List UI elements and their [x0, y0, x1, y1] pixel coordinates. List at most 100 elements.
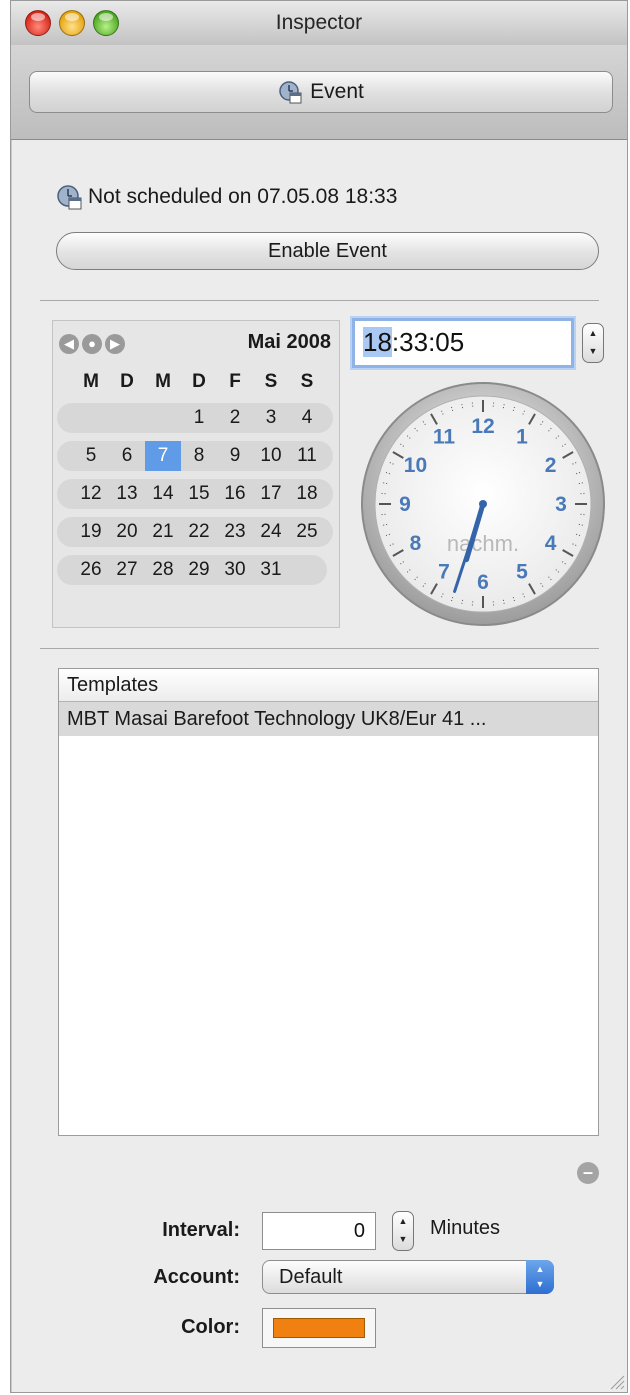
clock-period-label: nachm. [447, 531, 519, 556]
remove-template-button[interactable]: – [577, 1162, 599, 1184]
event-tab-button[interactable]: Event [29, 71, 613, 113]
clock-number: 5 [516, 561, 528, 584]
weekday-label: D [192, 371, 206, 392]
template-row[interactable]: MBT Masai Barefoot Technology UK8/Eur 41… [59, 702, 598, 736]
inspector-window: Inspector Event Not scheduled on 07.05.0 [10, 0, 628, 1393]
weekday-label: M [155, 371, 171, 392]
schedule-status-text: Not scheduled on 07.05.08 18:33 [88, 185, 398, 208]
weekday-label: S [264, 371, 278, 392]
today-icon[interactable]: ● [82, 334, 102, 354]
account-select-value: Default [279, 1266, 343, 1288]
clock-number: 10 [404, 454, 427, 477]
calendar-week: 5 6 7 8 9 10 11 [73, 441, 325, 471]
calendar-day[interactable]: 29 [181, 555, 217, 585]
interval-unit-label: Minutes [430, 1217, 501, 1239]
inspector-content: Not scheduled on 07.05.08 18:33 Enable E… [11, 140, 627, 1392]
clock-number: 9 [399, 493, 411, 516]
calendar-day[interactable]: 10 [253, 441, 289, 471]
calendar-day[interactable]: 31 [253, 555, 289, 585]
calendar-day[interactable]: 4 [289, 403, 325, 433]
calendar-day[interactable]: 16 [217, 479, 253, 509]
calendar-day[interactable]: 1 [181, 403, 217, 433]
calendar-day[interactable]: 2 [217, 403, 253, 433]
clock-number: 8 [410, 532, 422, 555]
calendar-day[interactable]: 15 [181, 479, 217, 509]
clock-number: 6 [477, 571, 489, 594]
account-select[interactable]: Default ▲ ▼ [262, 1260, 554, 1294]
calendar-day[interactable]: 6 [109, 441, 145, 471]
weekday-label: M [83, 371, 99, 392]
calendar-day[interactable] [145, 403, 181, 433]
calendar-nav: ◀ ● ▶ [59, 334, 125, 354]
calendar-week: 26 27 28 29 30 31 [73, 555, 325, 585]
calendar-day[interactable]: 8 [181, 441, 217, 471]
calendar-week: 1 2 3 4 [73, 403, 325, 433]
calendar-day[interactable]: 13 [109, 479, 145, 509]
account-label: Account: [153, 1266, 240, 1288]
interval-input[interactable]: 0 [262, 1212, 376, 1250]
calendar-day[interactable]: 19 [73, 517, 109, 547]
calendar-day[interactable] [289, 555, 325, 585]
clock-number: 1 [516, 425, 528, 448]
weekday-header: M D M D F S S [73, 371, 325, 393]
calendar-day[interactable] [109, 403, 145, 433]
time-stepper[interactable]: ▲ ▼ [582, 323, 604, 363]
clock-number: 7 [438, 561, 450, 584]
calendar-day[interactable]: 20 [109, 517, 145, 547]
calendar-event-icon [279, 81, 302, 104]
resize-grip-icon[interactable] [607, 1372, 625, 1390]
time-rest[interactable]: :33:05 [392, 327, 464, 357]
calendar-day[interactable]: 5 [73, 441, 109, 471]
interval-stepper[interactable]: ▲ ▼ [392, 1211, 414, 1251]
enable-event-button[interactable]: Enable Event [56, 232, 599, 270]
color-well[interactable] [262, 1308, 376, 1348]
calendar-day[interactable]: 26 [73, 555, 109, 585]
weekday-label: D [120, 371, 134, 392]
calendar-day[interactable]: 3 [253, 403, 289, 433]
calendar-day[interactable]: 11 [289, 441, 325, 471]
time-hours[interactable]: 18 [363, 327, 392, 357]
divider [40, 300, 599, 301]
interval-label: Interval: [162, 1219, 240, 1241]
time-input[interactable]: 18:33:05 [352, 318, 574, 368]
title-bar[interactable]: Inspector [11, 1, 627, 46]
next-month-icon[interactable]: ▶ [105, 334, 125, 354]
clock-number: 4 [545, 532, 557, 555]
calendar-day-selected[interactable]: 7 [145, 441, 181, 471]
schedule-status: Not scheduled on 07.05.08 18:33 [56, 184, 397, 210]
calendar-day[interactable]: 12 [73, 479, 109, 509]
templates-column-header[interactable]: Templates [59, 669, 598, 702]
templates-table[interactable]: Templates MBT Masai Barefoot Technology … [58, 668, 599, 1136]
calendar-day[interactable]: 21 [145, 517, 181, 547]
calendar-day[interactable]: 24 [253, 517, 289, 547]
calendar-day[interactable]: 14 [145, 479, 181, 509]
calendar-day[interactable] [73, 403, 109, 433]
calendar-week: 19 20 21 22 23 24 25 [73, 517, 325, 547]
divider [40, 648, 599, 649]
calendar-day[interactable]: 18 [289, 479, 325, 509]
calendar-day[interactable]: 17 [253, 479, 289, 509]
color-swatch [273, 1318, 365, 1338]
calendar-month-label: Mai 2008 [247, 331, 331, 353]
calendar-clock-icon [57, 185, 82, 210]
clock-number: 3 [555, 493, 567, 516]
window-title: Inspector [275, 11, 363, 34]
color-label: Color: [181, 1316, 240, 1338]
date-picker-calendar[interactable]: ◀ ● ▶ Mai 2008 M D M D F S S 1 2 3 4 5 6… [52, 320, 340, 628]
weekday-label: S [300, 371, 314, 392]
calendar-day[interactable]: 25 [289, 517, 325, 547]
calendar-day[interactable]: 27 [109, 555, 145, 585]
calendar-day[interactable]: 22 [181, 517, 217, 547]
clock-number: 11 [433, 425, 456, 448]
clock-number: 2 [545, 454, 557, 477]
calendar-day[interactable]: 9 [217, 441, 253, 471]
analog-clock[interactable]: 12 12 3 45 6 78 9 10 11 nachm. [360, 381, 606, 627]
select-arrows-icon: ▲ ▼ [526, 1260, 554, 1294]
previous-month-icon[interactable]: ◀ [59, 334, 79, 354]
calendar-day[interactable]: 23 [217, 517, 253, 547]
calendar-week: 12 13 14 15 16 17 18 [73, 479, 325, 509]
event-tab-label: Event [310, 80, 364, 103]
calendar-day[interactable]: 28 [145, 555, 181, 585]
toolbar: Event [11, 45, 627, 140]
calendar-day[interactable]: 30 [217, 555, 253, 585]
